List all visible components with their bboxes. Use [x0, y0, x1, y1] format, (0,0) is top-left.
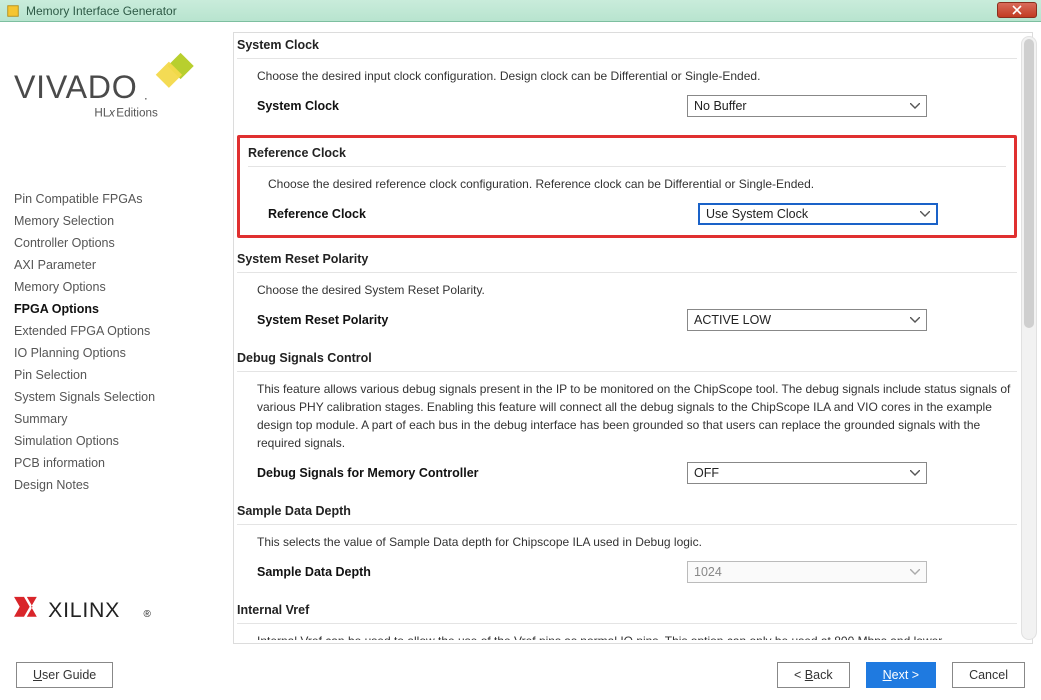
sample-depth-select: 1024: [687, 561, 927, 583]
sidebar-item-pin-selection[interactable]: Pin Selection: [14, 368, 211, 382]
section-desc: Choose the desired System Reset Polarity…: [257, 281, 1013, 299]
sample-depth-value: 1024: [694, 565, 722, 579]
chevron-down-icon: [910, 103, 920, 109]
svg-text:x: x: [108, 106, 116, 119]
system-clock-value: No Buffer: [694, 99, 747, 113]
svg-text:XILINX: XILINX: [48, 598, 120, 622]
sidebar-item-system-signals[interactable]: System Signals Selection: [14, 390, 211, 404]
sidebar: VIVADO . HL x Editions Pin Compatible FP…: [0, 22, 225, 648]
wizard-step-list: Pin Compatible FPGAs Memory Selection Co…: [14, 192, 211, 492]
content-area: VIVADO . HL x Editions Pin Compatible FP…: [0, 22, 1041, 648]
section-sample-depth: Sample Data Depth This selects the value…: [237, 502, 1017, 583]
svg-text:HL: HL: [94, 106, 109, 119]
titlebar: Memory Interface Generator: [0, 0, 1041, 22]
xilinx-logo: XILINX ®: [14, 594, 211, 638]
window-title: Memory Interface Generator: [26, 4, 177, 18]
next-button[interactable]: Next >: [866, 662, 936, 688]
main-panel: System Clock Choose the desired input cl…: [225, 22, 1041, 648]
sidebar-item-pin-compatible[interactable]: Pin Compatible FPGAs: [14, 192, 211, 206]
sidebar-item-controller-options[interactable]: Controller Options: [14, 236, 211, 250]
section-desc: Choose the desired reference clock confi…: [268, 175, 1002, 193]
debug-select[interactable]: OFF: [687, 462, 927, 484]
section-title: System Clock: [237, 36, 1017, 59]
debug-value: OFF: [694, 466, 719, 480]
section-desc: Choose the desired input clock configura…: [257, 67, 1013, 85]
sidebar-item-summary[interactable]: Summary: [14, 412, 211, 426]
back-button[interactable]: < Back: [777, 662, 850, 688]
chevron-down-icon: [910, 470, 920, 476]
section-debug: Debug Signals Control This feature allow…: [237, 349, 1017, 484]
window-close-button[interactable]: [997, 2, 1037, 18]
section-reference-clock-highlight: Reference Clock Choose the desired refer…: [237, 135, 1017, 238]
app-icon: [6, 4, 20, 18]
system-clock-label: System Clock: [257, 99, 687, 113]
scroll-area: System Clock Choose the desired input cl…: [237, 36, 1017, 640]
section-title: Debug Signals Control: [237, 349, 1017, 372]
reference-clock-select[interactable]: Use System Clock: [698, 203, 938, 225]
section-title: System Reset Polarity: [237, 250, 1017, 273]
section-desc: This feature allows various debug signal…: [257, 380, 1013, 452]
reset-polarity-select[interactable]: ACTIVE LOW: [687, 309, 927, 331]
scrollbar-thumb[interactable]: [1024, 39, 1034, 328]
reset-polarity-label: System Reset Polarity: [257, 313, 687, 327]
vivado-word: VIVADO: [14, 69, 137, 105]
section-title: Sample Data Depth: [237, 502, 1017, 525]
section-desc: This selects the value of Sample Data de…: [257, 533, 1013, 551]
svg-text:®: ®: [143, 609, 151, 620]
reference-clock-value: Use System Clock: [706, 207, 808, 221]
footer: User Guide < Back Next > Cancel: [0, 648, 1041, 700]
section-title: Internal Vref: [237, 601, 1017, 624]
system-clock-select[interactable]: No Buffer: [687, 95, 927, 117]
chevron-down-icon: [910, 569, 920, 575]
sidebar-item-design-notes[interactable]: Design Notes: [14, 478, 211, 492]
chevron-down-icon: [920, 211, 930, 217]
section-title: Reference Clock: [248, 144, 1006, 167]
section-internal-vref: Internal Vref Internal Vref can be used …: [237, 601, 1017, 640]
sample-depth-label: Sample Data Depth: [257, 565, 687, 579]
sidebar-item-io-planning-options[interactable]: IO Planning Options: [14, 346, 211, 360]
debug-label: Debug Signals for Memory Controller: [257, 466, 687, 480]
user-guide-button[interactable]: User Guide: [16, 662, 113, 688]
reference-clock-label: Reference Clock: [268, 207, 698, 221]
sidebar-item-fpga-options[interactable]: FPGA Options: [14, 302, 211, 316]
sidebar-item-simulation-options[interactable]: Simulation Options: [14, 434, 211, 448]
sidebar-item-memory-selection[interactable]: Memory Selection: [14, 214, 211, 228]
svg-text:.: .: [144, 87, 148, 102]
reset-polarity-value: ACTIVE LOW: [694, 313, 771, 327]
sidebar-item-pcb-information[interactable]: PCB information: [14, 456, 211, 470]
vivado-logo: VIVADO . HL x Editions: [14, 32, 211, 142]
section-desc: Internal Vref can be used to allow the u…: [257, 632, 1013, 640]
svg-text:Editions: Editions: [116, 106, 158, 119]
section-system-clock: System Clock Choose the desired input cl…: [237, 36, 1017, 117]
sidebar-item-memory-options[interactable]: Memory Options: [14, 280, 211, 294]
cancel-button[interactable]: Cancel: [952, 662, 1025, 688]
vertical-scrollbar[interactable]: [1021, 36, 1037, 640]
sidebar-item-extended-fpga-options[interactable]: Extended FPGA Options: [14, 324, 211, 338]
chevron-down-icon: [910, 317, 920, 323]
sidebar-item-axi-parameter[interactable]: AXI Parameter: [14, 258, 211, 272]
section-reset-polarity: System Reset Polarity Choose the desired…: [237, 250, 1017, 331]
